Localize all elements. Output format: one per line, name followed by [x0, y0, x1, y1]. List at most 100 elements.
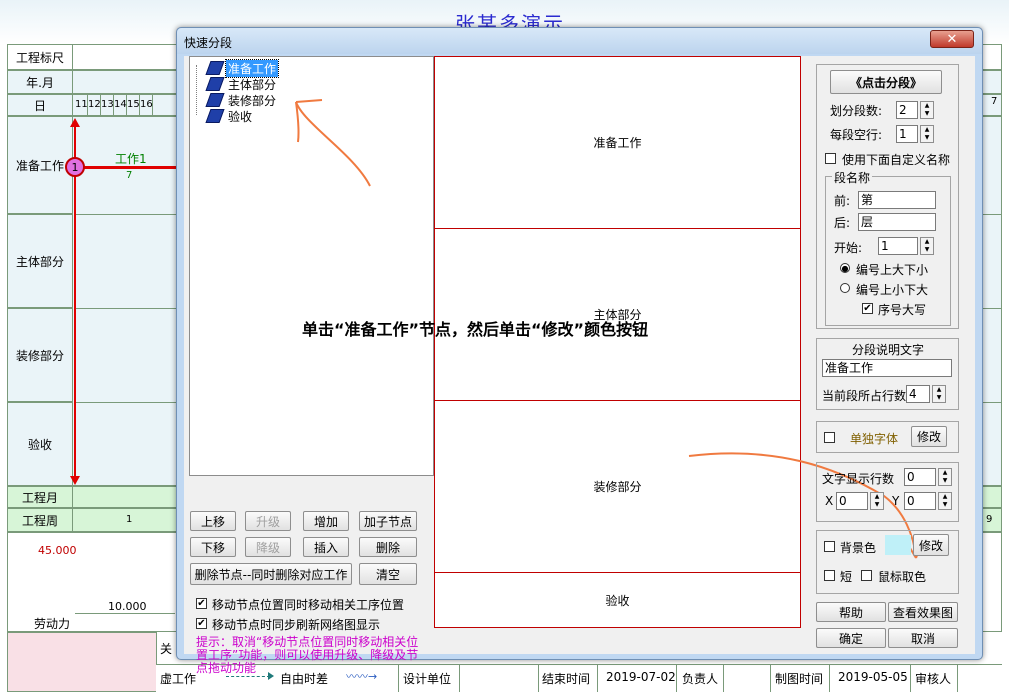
desc-input[interactable]: 准备工作: [822, 359, 952, 377]
node-circle[interactable]: 1: [65, 157, 85, 177]
tree-node-zhuti[interactable]: 主体部分: [205, 76, 278, 93]
day-cell: 12: [88, 94, 101, 116]
legend-draw-time-value: 2019-05-05: [838, 670, 908, 684]
section-label-zhuangxiu: 装修部分: [7, 308, 73, 402]
start-label: 开始:: [834, 241, 863, 255]
preview-segment[interactable]: 验收: [435, 573, 800, 627]
ok-button[interactable]: 确定: [816, 628, 886, 648]
tree-node-zhuangxiu[interactable]: 装修部分: [205, 92, 278, 109]
label-year-month: 年.月: [7, 70, 73, 94]
radio-desc-label: 编号上大下小: [856, 263, 929, 277]
move-pos-checkbox[interactable]: ✔: [196, 598, 207, 609]
insert-button[interactable]: 插入: [303, 537, 349, 557]
seg-count-spinner[interactable]: ▲ ▼: [920, 101, 934, 119]
add-child-button[interactable]: 加子节点: [359, 511, 417, 531]
short-label: 短: [840, 570, 853, 584]
seg-name-group-title: 段名称: [832, 169, 873, 186]
start-input[interactable]: 1: [878, 237, 918, 255]
legend-end-time: 结束时间: [542, 672, 591, 686]
day-cell: 14: [114, 94, 127, 116]
seg-count-input[interactable]: 2: [896, 101, 918, 119]
prefix-label: 前:: [834, 194, 851, 208]
color-swatch[interactable]: [885, 535, 911, 555]
text-rows-spinner[interactable]: ▲ ▼: [938, 468, 952, 486]
suffix-input[interactable]: 层: [858, 213, 936, 231]
text-rows-input[interactable]: 0: [904, 468, 936, 486]
week-number: 1: [126, 514, 133, 525]
mouse-color-label: 鼠标取色: [878, 570, 927, 584]
tree-node-zhunbei[interactable]: 准备工作: [205, 58, 280, 78]
arrow-up-icon: [70, 118, 80, 127]
click-segment-button[interactable]: 《点击分段》: [830, 70, 942, 94]
hint-text: 提示：取消“移动节点位置同时移动相关位置工序”功能，则可以使用升级、降级及节点拖…: [196, 635, 419, 675]
node-icon: [205, 109, 225, 123]
label-labor: 劳动力: [34, 617, 71, 631]
rows-spinner[interactable]: ▲ ▼: [932, 385, 946, 403]
add-button[interactable]: 增加: [303, 511, 349, 531]
dialog-titlebar[interactable]: 快速分段 ✕: [177, 28, 982, 54]
view-effect-button[interactable]: 查看效果图: [888, 602, 958, 622]
move-down-button[interactable]: 下移: [190, 537, 236, 557]
downgrade-button[interactable]: 降级: [245, 537, 291, 557]
labor-max: 45.000: [38, 544, 77, 557]
sync-refresh-checkbox[interactable]: ✔: [196, 618, 207, 629]
radio-asc[interactable]: [840, 283, 850, 293]
label-project-month: 工程月: [7, 486, 73, 508]
y-input[interactable]: 0: [904, 492, 936, 510]
x-spinner[interactable]: ▲ ▼: [870, 492, 884, 510]
help-button[interactable]: 帮助: [816, 602, 886, 622]
seg-empty-input[interactable]: 1: [896, 125, 918, 143]
labor-bar: [75, 613, 175, 614]
radio-asc-label: 编号上小下大: [856, 283, 929, 297]
rows-input[interactable]: 4: [906, 385, 930, 403]
short-checkbox[interactable]: [824, 570, 835, 581]
day-cell: 11: [75, 94, 88, 116]
bg-color-checkbox[interactable]: [824, 541, 835, 552]
font-modify-button[interactable]: 修改: [911, 426, 947, 447]
clear-button[interactable]: 清空: [359, 563, 417, 585]
x-label: X: [825, 494, 834, 508]
label-day: 日: [7, 94, 73, 116]
upper-checkbox[interactable]: ✔: [862, 303, 873, 314]
tree-node-label[interactable]: 验收: [226, 108, 254, 125]
task-name: 工作1: [115, 152, 147, 166]
upgrade-button[interactable]: 升级: [245, 511, 291, 531]
label-gongcheng-biaochi: 工程标尺: [7, 44, 73, 70]
seg-empty-spinner[interactable]: ▲ ▼: [920, 125, 934, 143]
text-rows-label: 文字显示行数: [822, 472, 895, 486]
y-spinner[interactable]: ▲ ▼: [938, 492, 952, 510]
radio-desc[interactable]: ●: [840, 263, 850, 273]
x-input[interactable]: 0: [836, 492, 868, 510]
rows-label: 当前段所占行数: [822, 389, 907, 403]
cancel-button[interactable]: 取消: [888, 628, 958, 648]
close-button[interactable]: ✕: [930, 30, 974, 48]
move-pos-label: 移动节点位置同时移动相关工序位置: [212, 598, 405, 612]
legend-reviewer: 审核人: [915, 672, 952, 686]
seg-count-label: 划分段数:: [830, 104, 883, 118]
tree-node-yanshou[interactable]: 验收: [205, 108, 254, 125]
section-label-yanshou: 验收: [7, 402, 73, 486]
node-icon: [205, 61, 225, 75]
single-font-checkbox[interactable]: [824, 432, 835, 443]
move-up-button[interactable]: 上移: [190, 511, 236, 531]
week-number-right: 9: [986, 514, 993, 525]
seg-empty-label: 每段空行:: [830, 128, 883, 142]
use-custom-checkbox[interactable]: [825, 153, 836, 164]
start-spinner[interactable]: ▲ ▼: [920, 237, 934, 255]
tree-node-label[interactable]: 准备工作: [224, 58, 280, 78]
y-label: Y: [892, 494, 900, 508]
color-modify-button[interactable]: 修改: [913, 534, 949, 556]
preview-segment[interactable]: 准备工作: [435, 57, 800, 229]
legend-draw-time: 制图时间: [775, 672, 824, 686]
mouse-color-checkbox[interactable]: [861, 570, 872, 581]
delete-node-and-work-button[interactable]: 删除节点--同时删除对应工作: [190, 563, 352, 585]
annotation-arrow-icon: [295, 99, 371, 187]
delete-button[interactable]: 删除: [359, 537, 417, 557]
tree-node-label[interactable]: 主体部分: [226, 76, 278, 93]
label-project-week: 工程周: [7, 508, 73, 532]
preview-segment[interactable]: 主体部分: [435, 229, 800, 401]
section-label-zhuti: 主体部分: [7, 214, 73, 308]
prefix-input[interactable]: 第: [858, 191, 936, 209]
desc-group-title: 分段说明文字: [852, 343, 925, 357]
tree-node-label[interactable]: 装修部分: [226, 92, 278, 109]
